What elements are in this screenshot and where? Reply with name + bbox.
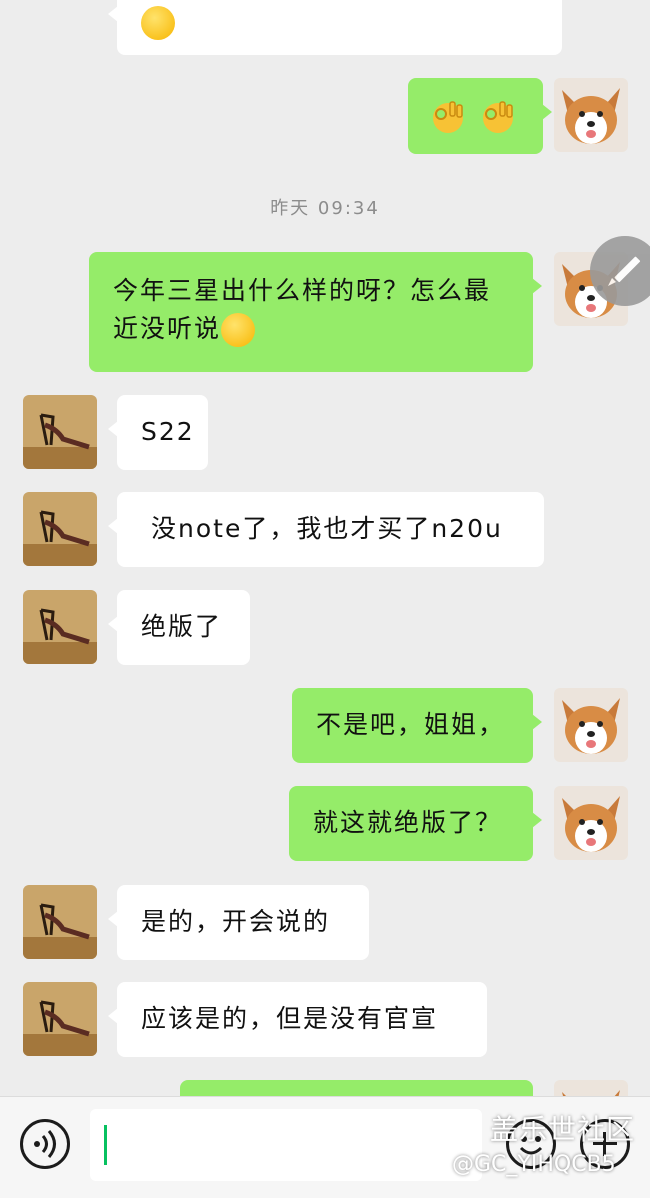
yoga-avatar[interactable] (23, 395, 97, 469)
yoga-avatar[interactable] (23, 590, 97, 664)
message-text-line: 今年三星出什么样的呀？怎么最 (113, 276, 492, 305)
pencil-icon (608, 256, 641, 286)
message-bubble[interactable]: 不是吧，姐姐， (292, 688, 542, 763)
text-caret (104, 1125, 107, 1165)
yoga-avatar[interactable] (23, 492, 97, 566)
yoga-avatar[interactable] (23, 885, 97, 959)
watermark-community: 盖乐世社区 (490, 1113, 636, 1146)
corgi-avatar[interactable] (554, 1080, 628, 1096)
edit-button[interactable] (590, 236, 650, 306)
message-bubble-partial[interactable] (108, 0, 562, 55)
yoga-avatar[interactable] (23, 982, 97, 1056)
message-bubble[interactable]: 没note了，我也才买了n20u (108, 492, 544, 567)
message-text: 应该是的，但是没有官宣 (141, 1004, 439, 1033)
voice-icon (34, 1130, 56, 1158)
message-text: 不是吧，姐姐， (316, 710, 506, 739)
timestamp: 昨天 09:34 (270, 198, 380, 219)
message-text: 绝版了 (141, 612, 223, 641)
message-bubble[interactable]: S22 (108, 395, 208, 470)
laughing-emoji-icon (221, 313, 256, 347)
message-bubble[interactable]: 就这就绝版了？ (289, 786, 542, 861)
watermark-user: @GC_YIHQCB5 (452, 1152, 616, 1177)
message-text: 就这就绝版了？ (313, 808, 503, 837)
corgi-avatar[interactable] (554, 786, 628, 860)
message-bubble-partial[interactable] (180, 1080, 533, 1096)
message-text-line: 近没听说 (113, 310, 509, 348)
message-text: 没note了，我也才买了n20u (151, 514, 503, 543)
message-bubble-emoji[interactable] (408, 78, 552, 154)
laughing-emoji-icon (141, 6, 175, 40)
message-bubble[interactable]: 今年三星出什么样的呀？怎么最 近没听说 (89, 252, 542, 372)
message-bubble[interactable]: 应该是的，但是没有官宣 (108, 982, 487, 1057)
chat-area[interactable]: 昨天 09:34 今年三星出什么样的呀？怎么最 近没听说 S22 没note了，… (0, 0, 650, 1096)
message-bubble[interactable]: 是的，开会说的 (108, 885, 369, 960)
voice-button[interactable] (20, 1119, 70, 1169)
message-text: S22 (141, 417, 195, 446)
ok-hand-icon (433, 101, 463, 133)
message-text: 是的，开会说的 (141, 907, 331, 936)
message-bubble[interactable]: 绝版了 (108, 590, 250, 665)
ok-hand-icon (482, 101, 513, 133)
corgi-avatar[interactable] (554, 78, 628, 152)
message-input[interactable] (90, 1109, 482, 1181)
corgi-avatar[interactable] (554, 688, 628, 762)
